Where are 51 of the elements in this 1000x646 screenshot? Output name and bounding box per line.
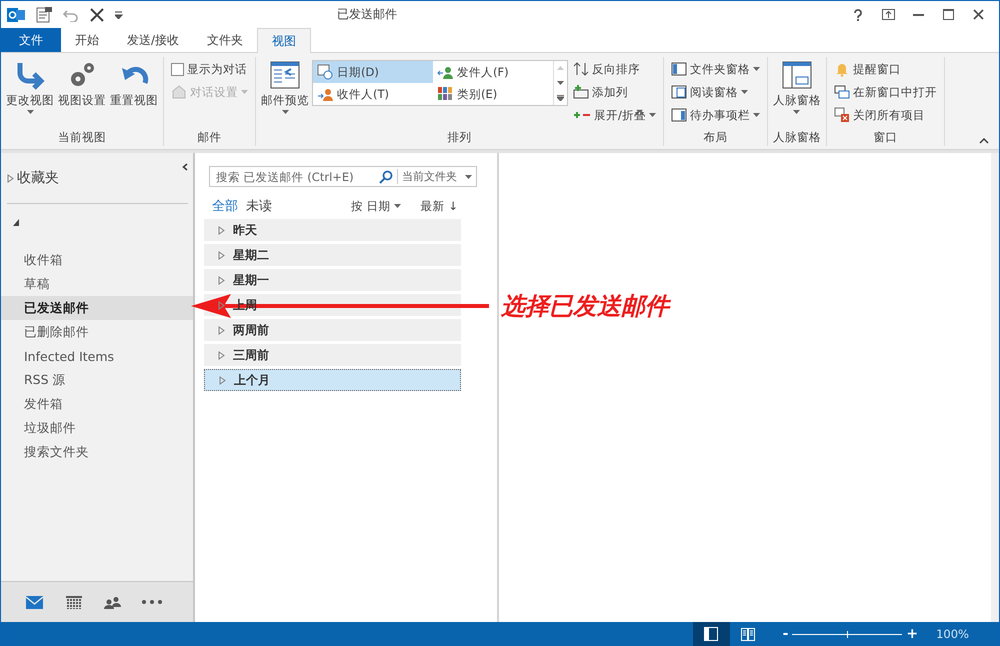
zoom-level: 100% xyxy=(936,627,969,641)
search-box[interactable]: 搜索 已发送邮件 (Ctrl+E) 当前文件夹 xyxy=(209,166,477,187)
folder-item[interactable]: RSS 源 xyxy=(1,368,193,392)
group-label: 布局 xyxy=(702,130,728,146)
favorites-header[interactable]: 收藏夹 xyxy=(7,169,59,187)
window-title: 已发送邮件 xyxy=(337,6,398,23)
group-label: 人脉窗格 xyxy=(772,130,822,146)
file-tab[interactable]: 文件 xyxy=(1,28,61,52)
annotation-text: 选择已发送邮件 xyxy=(501,291,669,322)
ribbon-button[interactable]: 更改视图 xyxy=(5,57,55,116)
group-label: 窗口 xyxy=(872,130,898,146)
gallery-option[interactable]: 日期(D) xyxy=(313,61,433,83)
ribbon-button[interactable]: 文件夹窗格 xyxy=(668,59,763,79)
zoom-out-button[interactable]: - xyxy=(778,626,792,642)
date-group-header[interactable]: 上个月 xyxy=(204,369,461,391)
ribbon-button[interactable]: 展开/折叠 xyxy=(570,105,659,125)
folder-item[interactable]: 已删除邮件 xyxy=(1,320,193,344)
date-group-header[interactable]: 三周前 xyxy=(204,344,461,366)
filter-tab[interactable]: 全部 xyxy=(208,197,242,215)
group-label: 当前视图 xyxy=(57,130,107,146)
ribbon-button[interactable]: 关闭所有项目 xyxy=(830,105,940,125)
ribbon-button[interactable]: 在新窗口中打开 xyxy=(830,82,940,102)
date-group-header[interactable]: 昨天 xyxy=(204,219,461,241)
ribbon-button[interactable]: 邮件预览 xyxy=(260,57,310,116)
folder-item[interactable]: 已发送邮件 xyxy=(1,296,193,320)
folder-item[interactable]: 垃圾邮件 xyxy=(1,416,193,440)
filter-tab[interactable]: 未读 xyxy=(242,197,276,215)
group-label: 排列 xyxy=(446,130,472,146)
ribbon-button[interactable]: 阅读窗格 xyxy=(668,82,763,102)
sort-order-button[interactable]: 最新 ↓ xyxy=(416,198,462,214)
date-group-header[interactable]: 星期一 xyxy=(204,269,461,291)
folder-item[interactable]: Infected Items xyxy=(1,344,193,368)
ribbon-button[interactable]: 待办事项栏 xyxy=(668,105,763,125)
ribbon-button[interactable]: 添加列 xyxy=(570,82,659,102)
ribbon-button[interactable]: 反向排序 xyxy=(570,59,659,79)
folder-item[interactable]: 发件箱 xyxy=(1,392,193,416)
ribbon-button[interactable]: 重置视图 xyxy=(109,57,159,110)
date-group-header[interactable]: 两周前 xyxy=(204,319,461,341)
folder-item[interactable]: 草稿 xyxy=(1,272,193,296)
checkbox[interactable]: 显示为对话 xyxy=(168,59,251,79)
sort-dropdown[interactable]: 按 日期 xyxy=(347,198,405,214)
folder-item[interactable]: 搜索文件夹 xyxy=(1,440,193,464)
group-label: 邮件 xyxy=(196,130,222,146)
folder-item[interactable]: 收件箱 xyxy=(1,248,193,272)
ribbon-button[interactable]: 提醒窗口 xyxy=(830,59,940,79)
ribbon-button[interactable]: 人脉窗格 xyxy=(772,57,822,116)
ribbon-tab[interactable]: 视图 xyxy=(257,28,312,53)
date-group-header[interactable]: 星期二 xyxy=(204,244,461,266)
ribbon-button[interactable]: 视图设置 xyxy=(57,57,107,110)
scope-dropdown[interactable]: 当前文件夹 xyxy=(397,169,472,184)
zoom-in-button[interactable]: + xyxy=(902,626,922,642)
